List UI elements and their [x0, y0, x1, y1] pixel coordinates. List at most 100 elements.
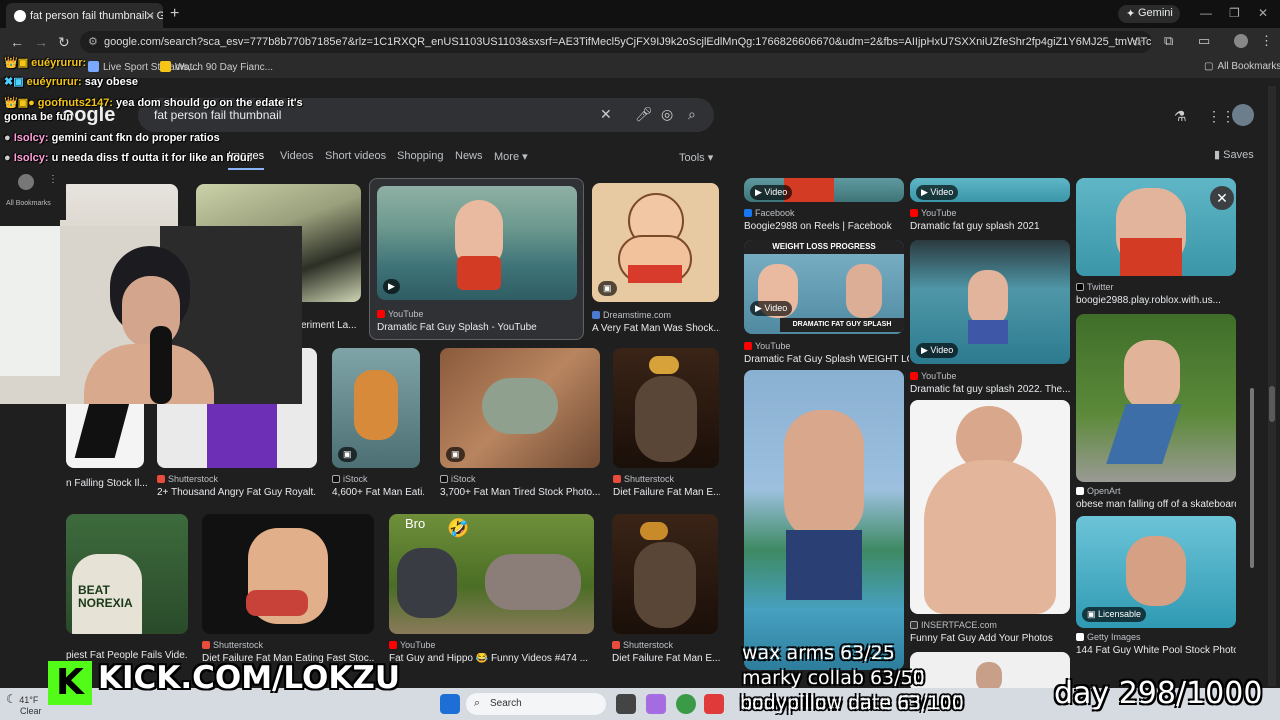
all-bookmarks[interactable]: ▢ All Bookmarks: [1204, 61, 1280, 72]
lens-icon[interactable]: ◎: [661, 106, 673, 123]
result-title[interactable]: 2+ Thousand Angry Fat Guy Royalt...: [157, 487, 317, 498]
related-title[interactable]: Dramatic Fat Guy Splash WEIGHT LOSS...: [744, 354, 909, 365]
related-thumbnail[interactable]: ▣ Licensable: [1076, 516, 1236, 628]
extensions-icon[interactable]: ⧉: [1164, 33, 1173, 49]
related-thumbnail[interactable]: ▶ Video: [910, 178, 1070, 202]
related-thumbnail[interactable]: [910, 652, 1070, 688]
forward-icon[interactable]: →: [34, 34, 48, 50]
address-bar[interactable]: ⚙ google.com/search?sca_esv=777b8b770b71…: [80, 31, 1152, 53]
search-icon[interactable]: ⌕: [688, 106, 696, 123]
related-title[interactable]: 144 Fat Guy White Pool Stock Photos,...: [1076, 645, 1236, 656]
related-image[interactable]: INSERTFACE.com Funny Fat Guy Add Your Ph…: [910, 400, 1070, 650]
close-tab-icon[interactable]: ✕: [145, 9, 155, 23]
result-thumbnail[interactable]: ▣: [440, 348, 600, 468]
tab-videos[interactable]: Videos: [280, 150, 313, 162]
related-image[interactable]: WEIGHT LOSS PROGRESS DRAMATIC FAT GUY SP…: [744, 240, 909, 365]
bookmark-star-icon[interactable]: ☆: [1132, 34, 1144, 50]
reload-icon[interactable]: ↻: [58, 34, 70, 51]
copilot-icon[interactable]: [646, 694, 666, 714]
panel-scrollbar-thumb[interactable]: [1250, 388, 1254, 568]
result-thumbnail[interactable]: BEAT NOREXIA: [66, 514, 188, 634]
related-thumbnail[interactable]: ▶ Video: [744, 178, 904, 202]
related-thumbnail[interactable]: ▶ Video: [910, 240, 1070, 364]
close-window-icon[interactable]: ✕: [1258, 6, 1268, 20]
result-thumbnail[interactable]: [202, 514, 374, 634]
result-title[interactable]: Fat Guy and Hippo 😂 Funny Videos #474 ..…: [389, 653, 594, 664]
site-info-icon[interactable]: ⚙: [88, 35, 98, 48]
related-thumbnail[interactable]: WEIGHT LOSS PROGRESS DRAMATIC FAT GUY SP…: [744, 240, 904, 334]
related-image[interactable]: ▶ Video Facebook Boogie2988 on Reels | F…: [744, 178, 904, 238]
related-image[interactable]: ▶ Video YouTube Dramatic fat guy splash …: [910, 178, 1070, 238]
minimize-icon[interactable]: —: [1200, 6, 1212, 20]
voice-search-icon[interactable]: 🎤︎: [635, 106, 653, 123]
image-result[interactable]: ▣ iStock 3,700+ Fat Man Tired Stock Phot…: [440, 348, 600, 498]
result-thumbnail[interactable]: [613, 348, 719, 468]
result-thumbnail[interactable]: ▶: [377, 186, 577, 300]
result-title[interactable]: Diet Failure Fat Man E...: [613, 487, 720, 498]
bookmark-90-day[interactable]: Watch 90 Day Fianc...: [160, 61, 273, 73]
page-scrollbar-thumb[interactable]: [1269, 386, 1275, 422]
result-thumbnail[interactable]: Bro 🤣: [389, 514, 594, 634]
image-result[interactable]: ▣ iStock 4,600+ Fat Man Eati...: [332, 348, 424, 498]
tools-button[interactable]: Tools ▾: [679, 151, 713, 164]
related-title[interactable]: Dramatic fat guy splash 2021: [910, 221, 1070, 232]
menu-kebab-icon[interactable]: ⋮: [48, 174, 58, 185]
video-badge: ▶ Video: [750, 185, 793, 200]
new-tab-button[interactable]: +: [170, 5, 179, 23]
image-result[interactable]: Shutterstock Diet Failure Fat Man E...: [612, 514, 720, 664]
related-title[interactable]: Boogie2988 on Reels | Facebook: [744, 221, 909, 232]
tab-short-videos[interactable]: Short videos: [325, 150, 386, 162]
related-image[interactable]: ▣ Licensable Getty Images 144 Fat Guy Wh…: [1076, 516, 1236, 656]
weight-loss-banner-bottom: DRAMATIC FAT GUY SPLASH: [780, 318, 904, 332]
task-view-icon[interactable]: [616, 694, 636, 714]
menu-kebab-icon[interactable]: ⋮: [1260, 33, 1273, 49]
related-image[interactable]: ▶ Video YouTube Dramatic fat guy splash …: [910, 240, 1070, 395]
app-icon[interactable]: [704, 694, 724, 714]
tab-news[interactable]: News: [455, 150, 483, 162]
labs-flask-icon[interactable]: ⚗: [1174, 108, 1187, 125]
maximize-icon[interactable]: ❐: [1229, 6, 1240, 20]
related-thumbnail[interactable]: [1076, 314, 1236, 482]
related-title[interactable]: Funny Fat Guy Add Your Photos: [910, 633, 1070, 644]
related-title[interactable]: obese man falling off of a skateboard,..…: [1076, 499, 1236, 510]
cast-icon[interactable]: ▭: [1198, 33, 1210, 49]
close-panel-icon[interactable]: ✕: [1210, 186, 1234, 210]
result-title[interactable]: n Falling Stock Il...: [66, 478, 148, 489]
image-result[interactable]: Bro 🤣 YouTube Fat Guy and Hippo 😂 Funny …: [389, 514, 594, 664]
image-result[interactable]: BEAT NOREXIA piest Fat People Fails Vide…: [66, 514, 188, 664]
result-title[interactable]: 3,700+ Fat Man Tired Stock Photo...: [440, 487, 600, 498]
saves-button[interactable]: ▮ Saves: [1214, 148, 1254, 161]
back-icon[interactable]: ←: [10, 34, 24, 50]
result-title[interactable]: A Very Fat Man Was Shock...: [592, 323, 720, 334]
result-thumbnail[interactable]: ▣: [332, 348, 420, 468]
result-thumbnail[interactable]: [612, 514, 718, 634]
clear-search-icon[interactable]: ✕: [600, 106, 612, 123]
result-thumbnail[interactable]: ▣: [592, 183, 719, 302]
windows-start-icon[interactable]: [440, 694, 460, 714]
account-avatar[interactable]: [1232, 104, 1254, 126]
apps-grid-icon[interactable]: ⋮⋮: [1207, 108, 1235, 125]
result-title[interactable]: eriment La...: [301, 320, 357, 331]
result-title[interactable]: Diet Failure Fat Man E...: [612, 653, 720, 664]
related-image[interactable]: OpenArt obese man falling off of a skate…: [1076, 314, 1236, 514]
tab-google-search[interactable]: fat person fail thumbnail - Goo ✕: [6, 3, 163, 28]
tab-shopping[interactable]: Shopping: [397, 150, 444, 162]
profile-avatar[interactable]: [1234, 34, 1248, 48]
related-image[interactable]: [744, 370, 904, 670]
result-title[interactable]: Dramatic Fat Guy Splash - YouTube: [377, 322, 582, 333]
related-title[interactable]: boogie2988.play.roblox.with.us...: [1076, 295, 1236, 306]
image-result[interactable]: Shutterstock Diet Failure Fat Man Eating…: [202, 514, 374, 664]
image-result[interactable]: Shutterstock Diet Failure Fat Man E...: [613, 348, 720, 498]
chrome-icon[interactable]: [676, 694, 696, 714]
tab-more[interactable]: More ▾: [494, 150, 528, 163]
related-image[interactable]: [910, 652, 1070, 688]
weather-widget[interactable]: ☾ 41°F Clear: [6, 692, 42, 716]
related-thumbnail[interactable]: [910, 400, 1070, 614]
result-title[interactable]: 4,600+ Fat Man Eati...: [332, 487, 424, 498]
image-result[interactable]: ▣ Dreamstime.com A Very Fat Man Was Shoc…: [592, 183, 720, 334]
related-title[interactable]: Dramatic fat guy splash 2022. The...: [910, 384, 1070, 395]
taskbar-search[interactable]: ⌕ Search: [466, 693, 606, 715]
image-result[interactable]: ▶ YouTube Dramatic Fat Guy Splash - YouT…: [377, 186, 577, 336]
related-thumbnail[interactable]: [744, 370, 904, 670]
gemini-button[interactable]: ✦ Gemini: [1118, 5, 1180, 23]
